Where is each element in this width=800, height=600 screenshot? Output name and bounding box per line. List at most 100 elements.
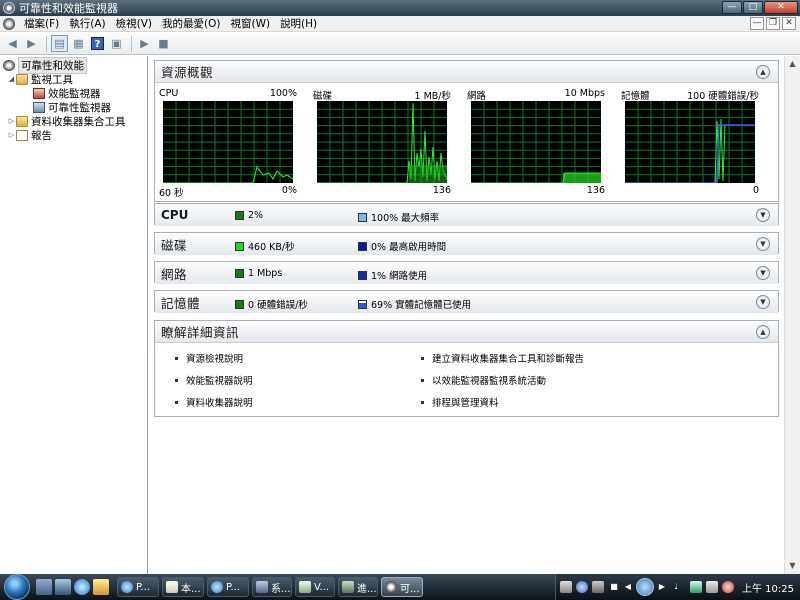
collapse-triangle-icon[interactable]: ◢ xyxy=(7,75,16,83)
link-text[interactable]: 以效能監視器監視系統活動 xyxy=(432,373,546,387)
section-title: 網路 xyxy=(161,266,188,282)
link-create-collector-sets[interactable]: 建立資料收集器集合工具和診斷報告 xyxy=(421,351,584,365)
scroll-up-icon[interactable]: ▲ xyxy=(785,56,800,72)
menu-action[interactable]: 執行(A) xyxy=(64,16,110,31)
antivirus-icon[interactable] xyxy=(722,581,734,593)
stop-icon[interactable]: ■ xyxy=(155,35,172,52)
stat-text: 1% 網路使用 xyxy=(371,271,428,282)
taskbar-task[interactable]: 進... xyxy=(338,577,378,597)
back-arrow-icon[interactable]: ◀ xyxy=(4,35,21,52)
expand-triangle-icon[interactable]: ▷ xyxy=(7,117,16,125)
tree-label: 監視工具 xyxy=(31,73,73,86)
next-icon[interactable]: ▶ xyxy=(656,581,668,593)
volume-icon[interactable]: ♩ xyxy=(670,581,682,593)
child-minimize-button[interactable]: — xyxy=(750,17,764,30)
taskbar-task[interactable]: P... xyxy=(117,577,159,597)
menu-file[interactable]: 檔案(F) xyxy=(19,16,64,31)
stop-icon[interactable]: ■ xyxy=(608,581,620,593)
cpu-section-header[interactable]: CPU 2% 100% 最大頻率 ▼ xyxy=(155,204,778,226)
tree-item-reports[interactable]: ▷ 報告 xyxy=(0,128,147,142)
taskbar-task[interactable]: 系... xyxy=(252,577,292,597)
minimize-button[interactable]: — xyxy=(722,1,742,14)
taskbar-task[interactable]: P... xyxy=(207,577,249,597)
expand-triangle-icon[interactable]: ▷ xyxy=(7,131,16,139)
stat-text: 0 硬體錯誤/秒 xyxy=(248,300,308,311)
window-title: 可靠性和效能監視器 xyxy=(19,2,118,15)
child-restore-button[interactable]: ❐ xyxy=(766,17,780,30)
menu-window[interactable]: 視窗(W) xyxy=(225,16,275,31)
taskbar-task[interactable]: 本... xyxy=(162,577,204,597)
forward-arrow-icon[interactable]: ▶ xyxy=(23,35,40,52)
help-icon[interactable]: ? xyxy=(89,35,106,52)
language-bar-icon[interactable] xyxy=(560,581,572,593)
task-label: 系... xyxy=(271,583,291,595)
document-icon[interactable] xyxy=(3,17,15,30)
keyboard-icon[interactable] xyxy=(592,581,604,593)
scroll-down-icon[interactable]: ▼ xyxy=(785,558,800,574)
menu-view[interactable]: 檢視(V) xyxy=(111,16,157,31)
network-plot xyxy=(471,101,601,183)
link-text[interactable]: 資源檢視說明 xyxy=(186,351,243,365)
resource-overview-header[interactable]: 資源概觀 ▲ xyxy=(155,61,778,83)
disk-active-stat: 0% 最高啟用時間 xyxy=(358,239,446,253)
learn-more-header[interactable]: 瞭解詳細資訊 ▲ xyxy=(155,321,778,343)
link-schedule-data[interactable]: 排程與管理資料 xyxy=(421,395,499,409)
play-pause-icon[interactable] xyxy=(636,578,654,596)
collapse-chevron-icon[interactable]: ▲ xyxy=(756,65,770,79)
link-perfmon-help[interactable]: 效能監視器說明 xyxy=(175,373,253,387)
show-desktop-icon[interactable] xyxy=(36,579,52,595)
link-text[interactable]: 排程與管理資料 xyxy=(432,395,499,409)
memory-section-header[interactable]: 記憶體 0 硬體錯誤/秒 69% 實體記憶體已使用 ▼ xyxy=(155,291,778,313)
tree-item-data-collector-sets[interactable]: ▷ 資料收集器集合工具 xyxy=(0,114,147,128)
collapse-chevron-icon[interactable]: ▲ xyxy=(756,325,770,339)
link-monitor-activity[interactable]: 以效能監視器監視系統活動 xyxy=(421,373,546,387)
bullet xyxy=(421,400,424,404)
toolbar-separator xyxy=(131,35,132,52)
link-text[interactable]: 資料收集器說明 xyxy=(186,395,253,409)
tree-item-performance-monitor[interactable]: 效能監視器 xyxy=(0,86,147,100)
taskbar-task-active[interactable]: 可... xyxy=(381,577,423,597)
menu-help[interactable]: 說明(H) xyxy=(275,16,322,31)
task-label: 進... xyxy=(357,583,377,595)
child-close-button[interactable]: ✕ xyxy=(782,17,796,30)
link-data-collector-help[interactable]: 資料收集器說明 xyxy=(175,395,253,409)
close-button[interactable]: ✕ xyxy=(764,1,798,14)
tree-item-monitoring-tools[interactable]: ◢ 監視工具 xyxy=(0,72,147,86)
console-tree-toggle-icon[interactable]: ▤ xyxy=(51,35,68,52)
network-section-header[interactable]: 網路 1 Mbps 1% 網路使用 ▼ xyxy=(155,262,778,284)
network-section: 網路 1 Mbps 1% 網路使用 ▼ xyxy=(154,261,779,284)
disk-section: 磁碟 460 KB/秒 0% 最高啟用時間 ▼ xyxy=(154,232,779,255)
start-button[interactable] xyxy=(4,574,30,600)
task-label: 本... xyxy=(181,583,201,595)
maximize-button[interactable]: □ xyxy=(743,1,763,14)
expand-chevron-icon[interactable]: ▼ xyxy=(756,295,770,309)
link-resource-view-help[interactable]: 資源檢視說明 xyxy=(175,351,243,365)
speaker-icon[interactable] xyxy=(706,581,718,593)
taskbar-task[interactable]: V... xyxy=(295,577,335,597)
clock[interactable]: 上午 10:25 xyxy=(742,580,794,595)
stat-text: 2% xyxy=(248,210,264,221)
graph-max: 100% xyxy=(269,88,297,99)
switch-windows-icon[interactable] xyxy=(55,579,71,595)
expand-chevron-icon[interactable]: ▼ xyxy=(756,208,770,222)
expand-chevron-icon[interactable]: ▼ xyxy=(756,266,770,280)
link-text[interactable]: 效能監視器說明 xyxy=(186,373,253,387)
vertical-scrollbar[interactable]: ▲ ▼ xyxy=(784,56,800,574)
system-icon xyxy=(256,581,268,593)
tree-item-root[interactable]: 可靠性和效能 xyxy=(0,56,147,74)
link-text[interactable]: 建立資料收集器集合工具和診斷報告 xyxy=(432,351,584,365)
disk-section-header[interactable]: 磁碟 460 KB/秒 0% 最高啟用時間 ▼ xyxy=(155,233,778,255)
cpu-plot xyxy=(163,101,293,183)
tree-item-reliability-monitor[interactable]: 可靠性監視器 xyxy=(0,100,147,114)
menu-favorites[interactable]: 我的最愛(O) xyxy=(157,16,225,31)
folder-icon[interactable] xyxy=(93,579,109,595)
previous-icon[interactable]: ◀ xyxy=(622,581,634,593)
properties-icon[interactable]: ▦ xyxy=(70,35,87,52)
internet-explorer-icon[interactable] xyxy=(74,579,90,595)
network-icon[interactable] xyxy=(690,581,702,593)
expand-chevron-icon[interactable]: ▼ xyxy=(756,237,770,251)
show-action-pane-icon[interactable]: ▣ xyxy=(108,35,125,52)
resource-overview-panel: 資源概觀 ▲ CPU 100% 60 秒 0% 磁碟 1 MB/秒 136 網路 10 … xyxy=(154,60,779,202)
play-icon[interactable]: ▶ xyxy=(136,35,153,52)
help-circle-icon[interactable] xyxy=(576,581,588,593)
